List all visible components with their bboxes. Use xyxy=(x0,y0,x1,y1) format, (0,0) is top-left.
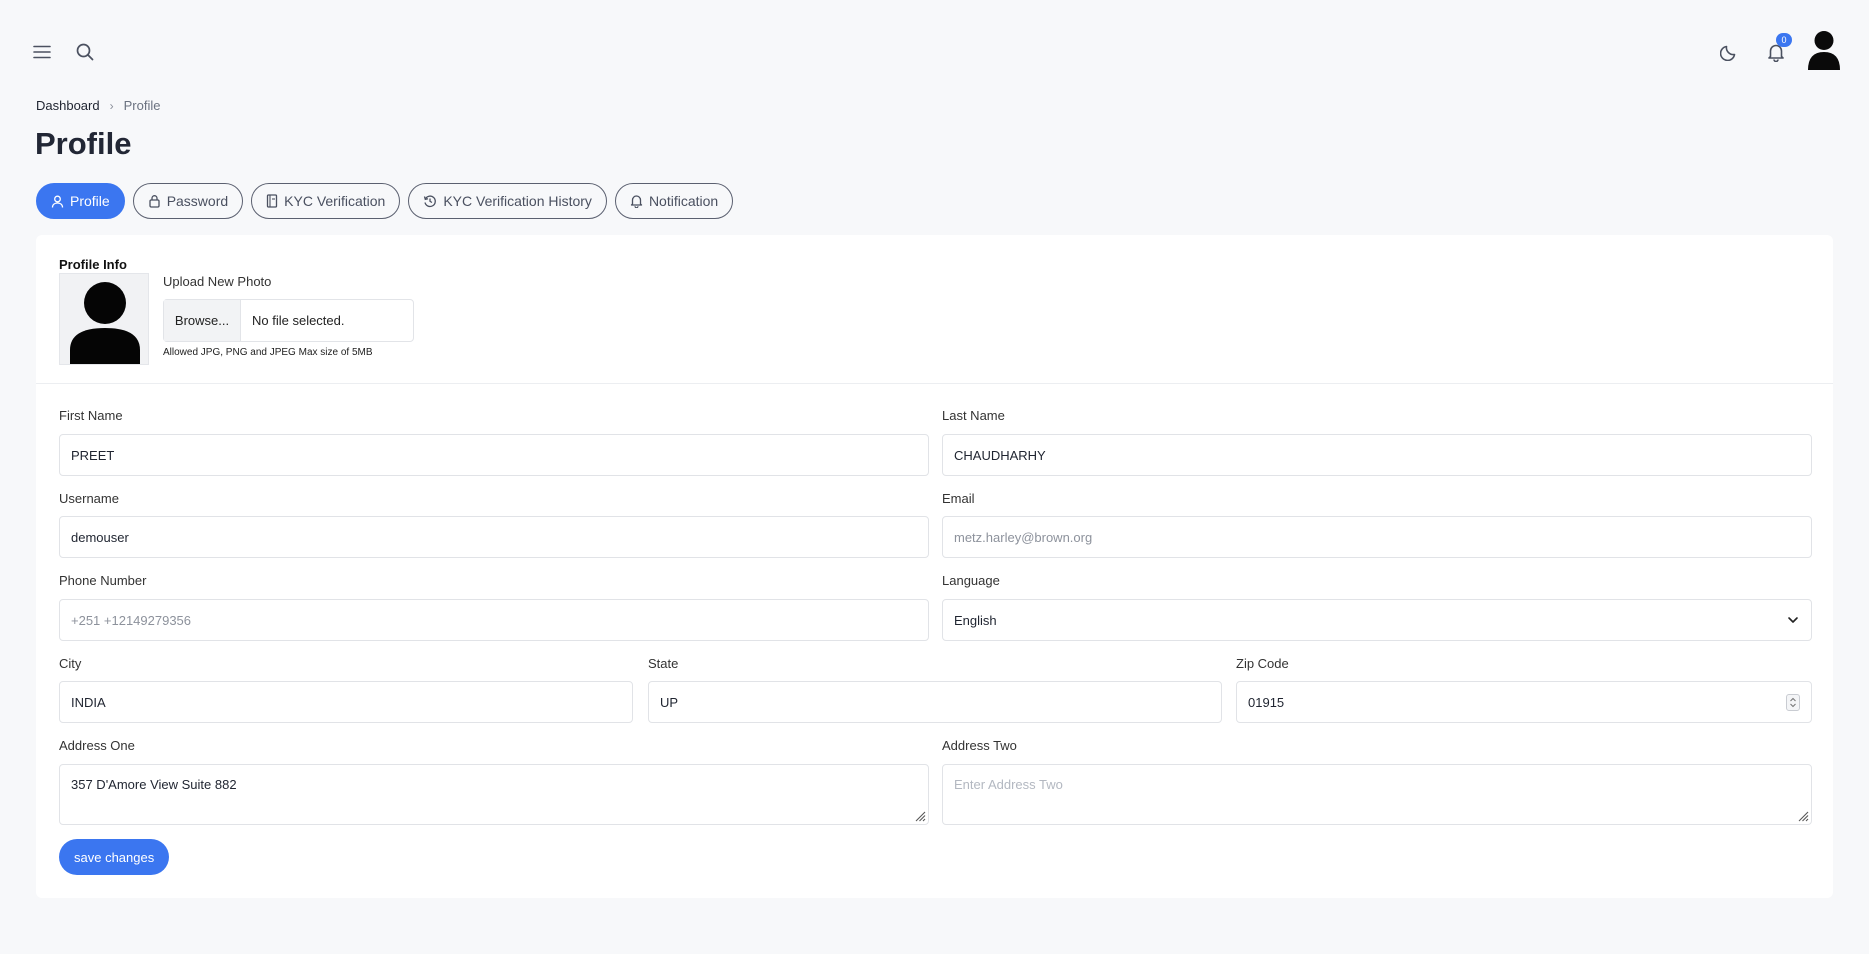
email-label: Email xyxy=(942,491,975,506)
tab-label: KYC Verification xyxy=(284,193,386,209)
city-field[interactable]: INDIA xyxy=(59,681,633,723)
profile-photo xyxy=(59,273,149,365)
tab-label: Notification xyxy=(648,193,719,209)
notification-bell-icon[interactable]: 0 xyxy=(1760,33,1792,68)
first-name-field[interactable]: PREET xyxy=(59,434,929,476)
zip-code-field[interactable]: 01915 xyxy=(1236,681,1812,723)
phone-number-label: Phone Number xyxy=(59,573,147,588)
email-field[interactable]: metz.harley@brown.org xyxy=(942,516,1812,558)
upload-photo-label: Upload New Photo xyxy=(163,274,272,289)
username-field[interactable]: demouser xyxy=(59,516,929,558)
tab-kyc-verification-history[interactable]: KYC Verification History xyxy=(408,183,607,219)
top-bar: 0 xyxy=(0,0,1869,104)
profile-page: 0 Dashboard › Profile Profile Profile Pa… xyxy=(0,0,1869,954)
breadcrumb: Dashboard › Profile xyxy=(36,98,160,113)
zip-code-label: Zip Code xyxy=(1236,656,1289,671)
document-icon xyxy=(267,194,278,208)
first-name-label: First Name xyxy=(59,408,123,423)
zip-code-value: 01915 xyxy=(1248,694,1285,710)
browse-button[interactable]: Browse... xyxy=(164,300,241,341)
address-two-label: Address Two xyxy=(942,738,1017,753)
page-title: Profile xyxy=(35,126,132,161)
resize-grip-icon[interactable] xyxy=(1797,810,1809,822)
state-field[interactable]: UP xyxy=(648,681,1222,723)
language-selected-value: English xyxy=(954,612,997,628)
address-one-textarea[interactable]: 357 D'Amore View Suite 882 xyxy=(59,764,929,825)
tab-label: Password xyxy=(166,193,229,209)
notification-count-badge: 0 xyxy=(1776,33,1792,47)
bell-icon xyxy=(630,195,643,208)
search-icon[interactable] xyxy=(69,36,101,68)
breadcrumb-dashboard-link[interactable]: Dashboard xyxy=(36,98,100,113)
language-label: Language xyxy=(942,573,1000,588)
address-two-placeholder: Enter Address Two xyxy=(954,777,1063,792)
city-label: City xyxy=(59,656,82,671)
number-stepper-icon[interactable] xyxy=(1786,694,1800,711)
tab-label: Profile xyxy=(70,193,110,209)
section-divider xyxy=(36,383,1833,384)
file-status: No file selected. xyxy=(252,313,345,328)
username-label: Username xyxy=(59,491,119,506)
phone-number-field[interactable]: +251 +12149279356 xyxy=(59,599,929,641)
profile-tabs: Profile Password KYC Verification KYC Ve… xyxy=(36,183,734,219)
tab-profile[interactable]: Profile xyxy=(36,183,125,219)
profile-info-title: Profile Info xyxy=(59,257,127,272)
breadcrumb-current: Profile xyxy=(123,98,161,113)
tab-kyc-verification[interactable]: KYC Verification xyxy=(251,183,401,219)
profile-card: Profile Info Upload New Photo Browse... … xyxy=(36,235,1833,898)
chevron-down-icon xyxy=(1788,617,1798,623)
last-name-label: Last Name xyxy=(942,408,1005,423)
history-icon xyxy=(424,195,437,208)
tab-notification[interactable]: Notification xyxy=(614,183,734,219)
user-icon xyxy=(51,195,64,208)
last-name-field[interactable]: CHAUDHARHY xyxy=(942,434,1812,476)
address-one-label: Address One xyxy=(59,738,135,753)
tab-label: KYC Verification History xyxy=(443,193,592,209)
resize-grip-icon[interactable] xyxy=(914,810,926,822)
address-one-value: 357 D'Amore View Suite 882 xyxy=(71,777,237,792)
state-label: State xyxy=(648,656,679,671)
dark-mode-moon-icon[interactable] xyxy=(1713,36,1745,68)
breadcrumb-separator-icon: › xyxy=(109,98,114,113)
hamburger-menu-icon[interactable] xyxy=(26,36,58,68)
lock-icon xyxy=(149,195,160,208)
user-avatar[interactable] xyxy=(1806,30,1842,70)
save-changes-button[interactable]: save changes xyxy=(59,839,170,875)
tab-password[interactable]: Password xyxy=(132,183,244,219)
photo-file-input[interactable]: Browse... No file selected. xyxy=(163,299,414,342)
upload-hint: Allowed JPG, PNG and JPEG Max size of 5M… xyxy=(163,347,373,358)
address-two-textarea[interactable]: Enter Address Two xyxy=(942,764,1812,825)
language-select[interactable]: English xyxy=(942,599,1812,641)
